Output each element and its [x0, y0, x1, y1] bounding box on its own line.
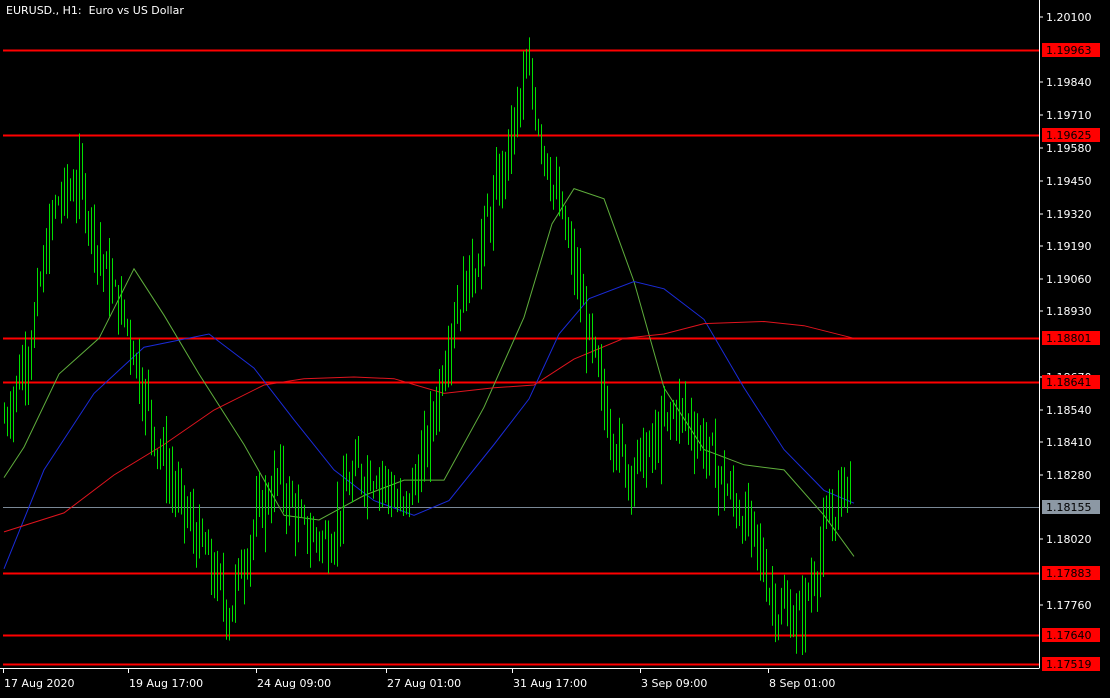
level-price-label: 1.18641 — [1046, 376, 1092, 389]
y-tick-label: 1.19060 — [1046, 273, 1092, 286]
y-tick-label: 1.19450 — [1046, 175, 1092, 188]
chart-container: 1.20100 1.19840 1.19710 1.19580 1.19450 1.193… — [0, 0, 1110, 694]
y-tick-label: 1.18020 — [1046, 533, 1092, 546]
y-tick-label: 1.19320 — [1046, 208, 1092, 221]
y-tick-label: 1.19580 — [1046, 142, 1092, 155]
chart-background — [0, 0, 1110, 694]
x-tick-label: 27 Aug 01:00 — [387, 677, 461, 690]
level-price-label: 1.19963 — [1046, 44, 1092, 57]
x-tick-label: 24 Aug 09:00 — [257, 677, 331, 690]
y-tick-label: 1.18280 — [1046, 469, 1092, 482]
x-tick-label: 17 Aug 2020 — [4, 677, 74, 690]
y-tick-label: 1.19840 — [1046, 76, 1092, 89]
x-tick-label: 8 Sep 01:00 — [769, 677, 835, 690]
price-chart[interactable]: 1.20100 1.19840 1.19710 1.19580 1.19450 1.193… — [0, 0, 1110, 694]
level-price-label: 1.17519 — [1046, 658, 1092, 671]
x-tick-label: 31 Aug 17:00 — [513, 677, 587, 690]
x-tick-label: 3 Sep 09:00 — [641, 677, 707, 690]
y-tick-label: 1.19710 — [1046, 109, 1092, 122]
x-tick-label: 19 Aug 17:00 — [129, 677, 203, 690]
y-tick-label: 1.17760 — [1046, 599, 1092, 612]
level-price-label: 1.17640 — [1046, 629, 1092, 642]
level-price-label: 1.18801 — [1046, 332, 1092, 345]
y-tick-label: 1.18930 — [1046, 305, 1092, 318]
y-tick-label: 1.20100 — [1046, 11, 1092, 24]
level-price-label: 1.17883 — [1046, 567, 1092, 580]
level-price-label: 1.19625 — [1046, 129, 1092, 142]
y-tick-label: 1.18540 — [1046, 404, 1092, 417]
current-price-label: 1.18155 — [1046, 501, 1092, 514]
y-tick-label: 1.18410 — [1046, 436, 1092, 449]
y-tick-label: 1.19190 — [1046, 240, 1092, 253]
chart-title: EURUSD., H1: Euro vs US Dollar — [6, 4, 184, 17]
